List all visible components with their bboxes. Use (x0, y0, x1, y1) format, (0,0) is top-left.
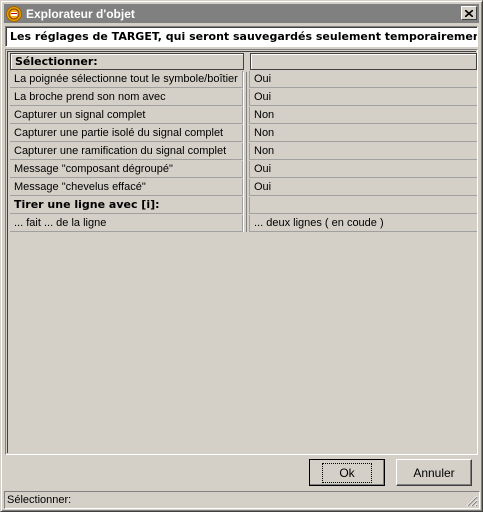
property-grid: Sélectionner: La poignée sélectionne tou… (5, 49, 478, 455)
close-button[interactable] (461, 6, 477, 20)
property-label: Message "composant dégroupé" (10, 161, 243, 178)
property-value[interactable]: Non (249, 125, 477, 142)
property-label: Capturer une ramification du signal comp… (10, 143, 243, 160)
property-grid-inner: Sélectionner: La poignée sélectionne tou… (7, 51, 477, 453)
property-value[interactable]: Non (249, 107, 477, 124)
cancel-button[interactable]: Annuler (396, 459, 472, 486)
property-label: Capturer un signal complet (10, 107, 243, 124)
property-value[interactable]: Oui (249, 161, 477, 178)
resize-grip-icon[interactable] (466, 495, 478, 507)
object-explorer-window: Explorateur d'objet Les réglages de TARG… (0, 0, 483, 512)
app-logo-icon (6, 5, 22, 22)
grid-section-header[interactable]: Sélectionner: (10, 53, 477, 70)
window-title: Explorateur d'objet (26, 6, 135, 21)
section-value-select (250, 53, 477, 70)
property-value[interactable]: ... deux lignes ( en coude ) (249, 215, 477, 232)
property-value[interactable]: Oui (249, 89, 477, 106)
ok-button[interactable]: Ok (309, 459, 385, 486)
property-label: ... fait ... de la ligne (10, 215, 243, 232)
column-splitter[interactable] (243, 72, 247, 232)
ok-button-label: Ok (322, 462, 372, 483)
section-label-select: Sélectionner: (10, 53, 244, 70)
property-label: Capturer une partie isolé du signal comp… (10, 125, 243, 142)
property-label: Message "chevelus effacé" (10, 179, 243, 196)
section-value-draw-line (249, 197, 477, 214)
title-bar[interactable]: Explorateur d'objet (4, 4, 479, 23)
property-label: La poignée sélectionne tout le symbole/b… (10, 71, 243, 88)
close-icon (465, 9, 473, 17)
property-value[interactable]: Non (249, 143, 477, 160)
status-text: Sélectionner: (7, 494, 72, 506)
property-value[interactable]: Oui (249, 179, 477, 196)
property-label: La broche prend son nom avec (10, 89, 243, 106)
cancel-button-label: Annuler (413, 465, 455, 480)
property-value[interactable]: Oui (249, 71, 477, 88)
section-label-draw-line: Tirer une ligne avec [i]: (10, 197, 243, 214)
status-bar: Sélectionner: (4, 491, 480, 509)
settings-description: Les réglages de TARGET, qui seront sauve… (5, 26, 478, 47)
